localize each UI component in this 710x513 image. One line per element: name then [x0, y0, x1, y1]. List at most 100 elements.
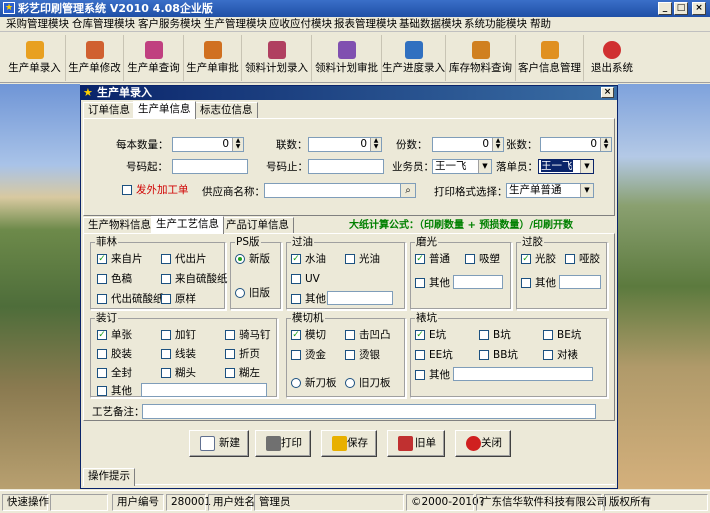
close-button[interactable]: × — [692, 2, 706, 15]
supplier-input[interactable] — [264, 183, 416, 198]
menu-warehouse[interactable]: 仓库管理模块 — [72, 18, 135, 31]
chk-bb-flute[interactable]: BB坑 — [479, 349, 518, 362]
chk-hot-silver[interactable]: 烫银 — [345, 349, 380, 362]
copies-input[interactable]: 0 ▲ ▼ — [308, 137, 382, 152]
chk-double-mount[interactable]: 对裱 — [543, 349, 578, 362]
radio-old-die[interactable]: 旧刀板 — [345, 377, 391, 390]
chk-full-seal[interactable]: 全封 — [97, 367, 132, 380]
remark-input[interactable] — [142, 404, 596, 419]
qty-input[interactable]: 0 ▲ ▼ — [172, 137, 244, 152]
minimize-button[interactable]: _ — [658, 2, 672, 15]
chk-uv[interactable]: UV — [291, 273, 320, 286]
search-icon[interactable]: ⌕ — [400, 183, 416, 198]
tb-production-edit[interactable]: 生产单修改 — [66, 35, 124, 81]
menu-customer[interactable]: 客户服务模块 — [138, 18, 201, 31]
spin-arrows-icon[interactable]: ▲ ▼ — [600, 138, 611, 151]
subtab-process[interactable]: 生产工艺信息 — [151, 216, 224, 234]
num-start-input[interactable] — [172, 159, 248, 174]
menu-production[interactable]: 生产管理模块 — [204, 18, 267, 31]
tab-flag-info[interactable]: 标志位信息 — [195, 102, 258, 118]
chk-color-draft[interactable]: 色稿 — [97, 273, 132, 286]
tb-material-plan-entry[interactable]: 领料计划录入 — [242, 35, 312, 81]
spin-arrows-icon[interactable]: ▲ ▼ — [232, 138, 243, 151]
save-button[interactable]: 保存 — [321, 430, 377, 457]
chk-emboss[interactable]: 击凹凸 — [345, 329, 391, 342]
chk-ee-flute[interactable]: EE坑 — [415, 349, 453, 362]
menu-help[interactable]: 帮助 — [530, 18, 551, 31]
chk-diecut[interactable]: ✓ 模切 — [291, 329, 326, 342]
chk-flute-other[interactable]: 其他 — [415, 369, 450, 382]
chk-gloss-oil[interactable]: 光油 — [345, 253, 380, 266]
polish-other-input[interactable] — [453, 275, 503, 289]
spin-arrows-icon[interactable]: ▲ ▼ — [370, 138, 381, 151]
old-order-button[interactable]: 旧单 — [387, 430, 445, 457]
sheets-input[interactable]: 0 ▲ ▼ — [540, 137, 612, 152]
tb-production-approve[interactable]: 生产单审批 — [184, 35, 242, 81]
print-button[interactable]: 打印 — [255, 430, 311, 457]
chk-be-flute[interactable]: BE坑 — [543, 329, 581, 342]
chk-hot-gold[interactable]: 烫金 — [291, 349, 326, 362]
subtab-product-order[interactable]: 产品订单信息 — [221, 217, 294, 233]
chk-lam-other[interactable]: 其他 — [521, 277, 556, 290]
menu-reports[interactable]: 报表管理模块 — [334, 18, 397, 31]
chk-saddle-stitch[interactable]: 骑马钉 — [225, 329, 271, 342]
menu-basic-data[interactable]: 基础数据模块 — [399, 18, 462, 31]
chevron-down-icon[interactable]: ▼ — [580, 184, 593, 197]
tb-production-entry[interactable]: 生产单录入 — [4, 35, 66, 81]
tab-production-info[interactable]: 生产单信息 — [133, 101, 196, 119]
chk-e-flute[interactable]: ✓ E坑 — [415, 329, 446, 342]
chk-film-proxy[interactable]: 代出片 — [161, 253, 207, 266]
chk-polish-other[interactable]: 其他 — [415, 277, 450, 290]
chk-glue-left[interactable]: 糊左 — [225, 367, 260, 380]
filler-select[interactable]: 王一飞 ▼ — [538, 159, 594, 174]
menu-system[interactable]: 系统功能模块 — [464, 18, 527, 31]
chk-perfect-bind[interactable]: 胶装 — [97, 348, 132, 361]
tb-material-plan-approve[interactable]: 领料计划审批 — [312, 35, 382, 81]
flute-other-input[interactable] — [453, 367, 593, 381]
tb-inventory-query[interactable]: 库存物料查询 — [446, 35, 516, 81]
print-format-select[interactable]: 生产单普通 ▼ — [506, 183, 594, 198]
chk-blister[interactable]: 吸塑 — [465, 253, 500, 266]
chk-matte-lam[interactable]: 哑胶 — [565, 253, 600, 266]
chk-oil-other[interactable]: 其他 — [291, 293, 326, 306]
tb-exit[interactable]: 退出系统 — [584, 35, 640, 81]
parts-input[interactable]: 0 ▲ ▼ — [432, 137, 504, 152]
chevron-down-icon[interactable]: ▼ — [478, 160, 491, 173]
radio-new-die[interactable]: 新刀板 — [291, 377, 337, 390]
dialog-close-button[interactable]: × — [601, 87, 614, 98]
menu-purchase[interactable]: 采购管理模块 — [6, 18, 69, 31]
tab-order-info[interactable]: 订单信息 — [83, 102, 135, 118]
chk-b-flute[interactable]: B坑 — [479, 329, 511, 342]
menu-receivable[interactable]: 应收应付模块 — [269, 18, 332, 31]
lam-other-input[interactable] — [559, 275, 601, 289]
tb-customer-info[interactable]: 客户信息管理 — [516, 35, 584, 81]
close-dialog-button[interactable]: 关闭 — [455, 430, 511, 457]
subtab-materials[interactable]: 生产物料信息 — [83, 217, 156, 233]
chk-film-self[interactable]: ✓ 来自片 — [97, 253, 143, 266]
spin-arrows-icon[interactable]: ▲ ▼ — [492, 138, 503, 151]
outsource-checkbox[interactable]: 发外加工单 — [122, 184, 189, 197]
chk-staple[interactable]: 加钉 — [161, 329, 196, 342]
tb-progress-entry[interactable]: 生产进度录入 — [382, 35, 446, 81]
radio-new-plate[interactable]: 新版 — [235, 253, 270, 266]
chk-sulfate-self[interactable]: 来自硫酸纸 — [161, 273, 228, 286]
status-quick-op[interactable]: 快速操作 — [2, 494, 49, 511]
chk-sulfate-proxy[interactable]: 代出硫酸纸 — [97, 293, 164, 306]
chk-gloss-lam[interactable]: ✓ 光胶 — [521, 253, 556, 266]
hint-tab[interactable]: 操作提示 — [83, 468, 135, 486]
maximize-button[interactable]: □ — [674, 2, 688, 15]
chk-single-sheet[interactable]: ✓ 单张 — [97, 329, 132, 342]
binding-other-input[interactable] — [141, 383, 267, 397]
tb-production-query[interactable]: 生产单查询 — [124, 35, 184, 81]
num-end-input[interactable] — [308, 159, 384, 174]
chk-glue-head[interactable]: 糊头 — [161, 367, 196, 380]
chk-polish-normal[interactable]: ✓ 普通 — [415, 253, 450, 266]
oil-other-input[interactable] — [327, 291, 393, 305]
chk-binding-other[interactable]: 其他 — [97, 385, 132, 398]
new-button[interactable]: 新建 — [189, 430, 249, 457]
chk-water-oil[interactable]: ✓ 水油 — [291, 253, 326, 266]
salesman-select[interactable]: 王一飞 ▼ — [432, 159, 492, 174]
chevron-down-icon[interactable]: ▼ — [580, 160, 593, 173]
radio-old-plate[interactable]: 旧版 — [235, 287, 270, 300]
chk-thread-bind[interactable]: 线装 — [161, 348, 196, 361]
